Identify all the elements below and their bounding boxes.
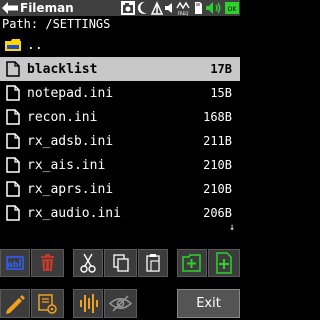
cut-icon	[80, 253, 96, 273]
folder-row-parent[interactable]: ..	[0, 33, 240, 57]
new-file-icon	[216, 252, 232, 274]
file-icon	[6, 61, 20, 77]
antenna-icon[interactable]	[151, 0, 163, 16]
speaker-icon[interactable]	[164, 0, 175, 16]
moon-icon[interactable]	[137, 0, 149, 16]
file-row-notepad[interactable]: notepad.ini 15B	[0, 81, 240, 105]
file-icon	[6, 85, 20, 101]
current-path: Path: /SETTINGS	[2, 17, 111, 31]
rename-button[interactable]: ab	[0, 249, 30, 277]
file-row-recon[interactable]: recon.ini 168B	[0, 105, 240, 129]
audio-wave-icon	[80, 294, 98, 313]
new-folder-button[interactable]	[177, 249, 207, 277]
sd-card-icon[interactable]	[193, 0, 203, 16]
copy-button[interactable]	[104, 249, 137, 277]
new-folder-icon	[182, 254, 201, 272]
freq-label: FREQ	[178, 11, 189, 16]
attributes-button[interactable]	[31, 289, 64, 318]
delete-button[interactable]	[31, 249, 64, 277]
scroll-down-indicator: ↓	[229, 222, 236, 233]
audio-wave-button[interactable]	[73, 289, 103, 318]
svg-text:ab: ab	[7, 260, 18, 269]
file-name: rx_adsb.ini	[27, 134, 114, 149]
rename-icon: ab	[6, 256, 24, 270]
file-icon	[6, 205, 20, 221]
clock-icon[interactable]: OK	[224, 0, 240, 16]
file-row-rx-adsb[interactable]: rx_adsb.ini 211B	[0, 129, 240, 153]
cut-button[interactable]	[73, 249, 103, 277]
copy-icon	[113, 254, 129, 272]
file-size: 211B	[203, 134, 232, 148]
folder-icon	[5, 39, 21, 51]
freq-icon[interactable]: FREQ	[175, 0, 191, 16]
camera-icon[interactable]	[120, 0, 136, 16]
exit-button[interactable]: Exit	[177, 289, 240, 318]
file-size: 210B	[203, 182, 232, 196]
file-icon	[6, 133, 20, 149]
file-size: 168B	[203, 110, 232, 124]
file-size: 15B	[210, 86, 232, 100]
file-size: 210B	[203, 158, 232, 172]
back-arrow-icon[interactable]	[1, 1, 19, 15]
attributes-icon	[38, 294, 57, 314]
top-bar: Fileman FREQ OK	[0, 0, 240, 16]
edit-button[interactable]	[0, 289, 30, 318]
file-name: blacklist	[27, 62, 98, 77]
new-file-button[interactable]	[208, 249, 240, 277]
hide-icon	[108, 295, 133, 312]
file-name: rx_ais.ini	[27, 158, 106, 173]
hide-button[interactable]	[104, 289, 137, 318]
file-size: 17B	[210, 62, 232, 76]
clock-label: OK	[228, 6, 238, 13]
paste-icon	[146, 254, 160, 272]
file-name: rx_aprs.ini	[27, 182, 114, 197]
edit-icon	[6, 295, 25, 314]
file-icon	[6, 181, 20, 197]
audio-icon[interactable]	[205, 0, 223, 16]
file-name: ..	[27, 38, 43, 53]
file-row-rx-aprs[interactable]: rx_aprs.ini 210B	[0, 177, 240, 201]
app-title: Fileman	[20, 1, 74, 15]
file-row-rx-ais[interactable]: rx_ais.ini 210B	[0, 153, 240, 177]
file-name: rx_audio.ini	[27, 206, 121, 221]
paste-button[interactable]	[138, 249, 168, 277]
file-size: 206B	[203, 206, 232, 220]
file-row-blacklist[interactable]: blacklist 17B	[0, 57, 240, 81]
delete-icon	[41, 254, 54, 271]
file-icon	[6, 109, 20, 125]
file-icon	[6, 157, 20, 173]
file-row-rx-audio[interactable]: rx_audio.ini 206B	[0, 201, 240, 225]
file-name: recon.ini	[27, 110, 98, 125]
file-name: notepad.ini	[27, 86, 114, 101]
